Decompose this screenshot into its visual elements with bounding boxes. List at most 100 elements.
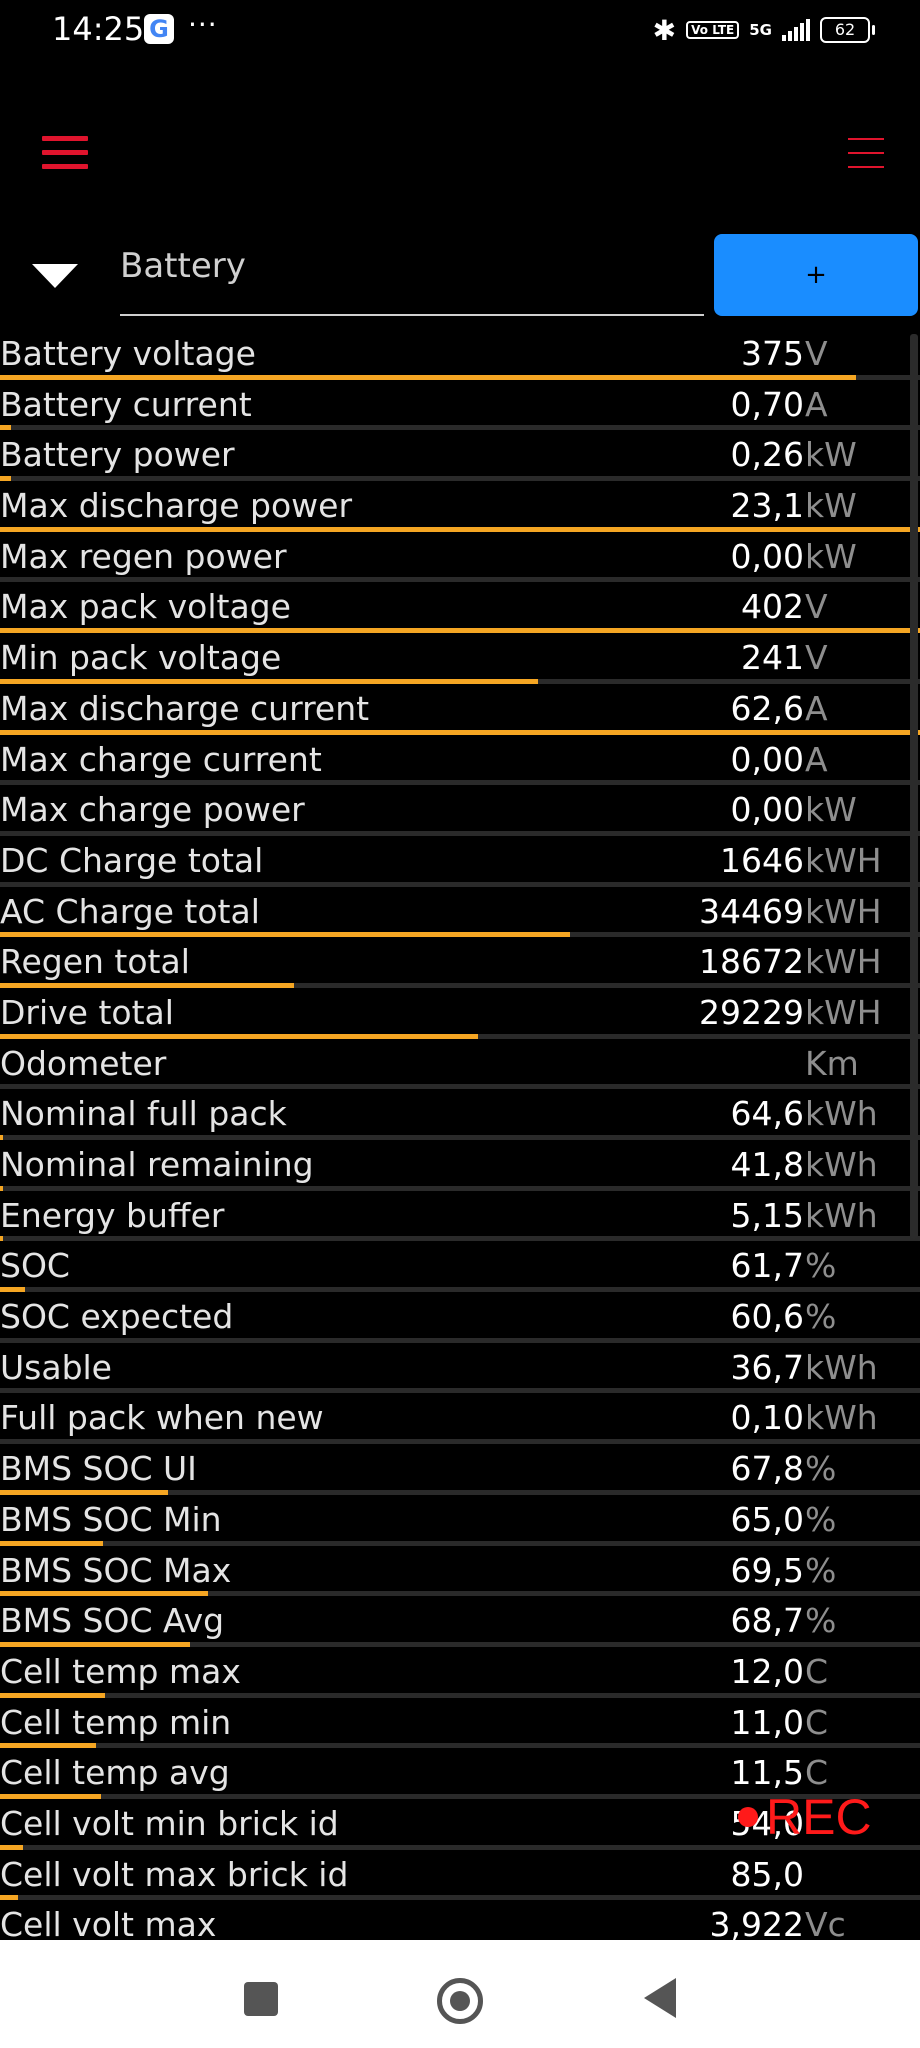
- list-item[interactable]: Usable 36,7 kWh: [0, 1347, 920, 1398]
- list-item-value: 34469: [699, 891, 804, 931]
- list-item[interactable]: Cell temp max 12,0 C: [0, 1651, 920, 1702]
- level-bar: [0, 1591, 208, 1597]
- list-item[interactable]: DC Charge total 1646 kWH: [0, 840, 920, 891]
- list-item[interactable]: Min pack voltage 241 V: [0, 637, 920, 688]
- level-bar: [0, 1236, 3, 1242]
- level-track: [0, 1641, 920, 1647]
- back-triangle-icon[interactable]: [644, 1978, 676, 2018]
- list-item[interactable]: Battery current 0,70 A: [0, 384, 920, 435]
- list-item-unit: %: [805, 1449, 837, 1489]
- list-item[interactable]: Max charge power 0,00 kW: [0, 789, 920, 840]
- list-item-unit: C: [805, 1651, 829, 1691]
- hamburger-menu-icon[interactable]: [42, 136, 88, 170]
- list-item-unit: kW: [805, 536, 857, 576]
- list-item-value: 5,15: [730, 1195, 804, 1235]
- list-item[interactable]: BMS SOC UI 67,8%: [0, 1448, 920, 1499]
- list-item-label: DC Charge total: [0, 840, 264, 880]
- level-track: [0, 1388, 920, 1394]
- list-item-label: SOC: [0, 1246, 70, 1286]
- list-item[interactable]: SOC 61,7%: [0, 1245, 920, 1296]
- list-item[interactable]: SOC expected 60,6%: [0, 1296, 920, 1347]
- level-bar: [0, 1692, 105, 1698]
- list-item[interactable]: Full pack when new 0,10 kWh: [0, 1397, 920, 1448]
- level-track: [0, 1540, 920, 1546]
- add-button[interactable]: +: [714, 234, 918, 316]
- list-item[interactable]: AC Charge total 34469 kWH: [0, 891, 920, 942]
- navigation-bar: [0, 1940, 920, 2048]
- list-item-unit: A: [805, 688, 828, 728]
- level-bar: [0, 628, 920, 634]
- level-bar: [0, 1185, 3, 1191]
- list-item-unit: V: [805, 334, 828, 373]
- list-item-label: Max regen power: [0, 536, 287, 576]
- record-dot-icon: [738, 1807, 758, 1827]
- list-item-unit: %: [805, 1601, 837, 1641]
- list-item-label: Regen total: [0, 942, 190, 982]
- list-item[interactable]: Max discharge power 23,1 kW: [0, 485, 920, 536]
- list-item[interactable]: Max charge current 0,00 A: [0, 739, 920, 790]
- list-item[interactable]: BMS SOC Avg 68,7%: [0, 1600, 920, 1651]
- chevron-down-icon[interactable]: [32, 264, 78, 288]
- recents-square-icon[interactable]: [244, 1982, 278, 2016]
- battery-value-list[interactable]: Battery voltage 375 V Battery current 0,70 A B…: [0, 333, 920, 1955]
- level-track: [0, 1084, 920, 1090]
- list-item-unit: kWh: [805, 1195, 878, 1235]
- list-item[interactable]: Cell temp min 11,0 C: [0, 1702, 920, 1753]
- list-item-unit: %: [805, 1550, 837, 1590]
- list-item[interactable]: Drive total 29229 kWH: [0, 992, 920, 1043]
- list-scrollbar[interactable]: [910, 334, 918, 1239]
- recording-indicator[interactable]: REC: [690, 1784, 910, 1850]
- list-item-label: Cell temp avg: [0, 1753, 230, 1793]
- level-track: [0, 830, 920, 836]
- level-track: [0, 982, 920, 988]
- list-item-unit: Vc: [805, 1905, 846, 1945]
- list-item-label: Battery voltage: [0, 334, 256, 373]
- overflow-menu-icon[interactable]: [848, 138, 884, 170]
- list-item-value: 60,6: [730, 1297, 804, 1337]
- level-bar: [0, 729, 920, 735]
- list-item-label: Max discharge current: [0, 688, 370, 728]
- list-item[interactable]: BMS SOC Min 65,0%: [0, 1499, 920, 1550]
- list-item-value: 18672: [699, 942, 804, 982]
- list-item[interactable]: Regen total 18672 kWH: [0, 941, 920, 992]
- level-track: [0, 780, 920, 786]
- list-item-value: 62,6: [730, 688, 804, 728]
- list-item-label: Max charge power: [0, 790, 305, 830]
- category-select[interactable]: Battery: [120, 236, 704, 316]
- list-item[interactable]: Cell volt max brick id 85,0: [0, 1854, 920, 1905]
- list-item-label: Max discharge power: [0, 486, 353, 526]
- level-track: [0, 526, 920, 532]
- list-item[interactable]: Energy buffer 5,15 kWh: [0, 1195, 920, 1246]
- list-item[interactable]: Max pack voltage 402 V: [0, 586, 920, 637]
- list-item-unit: kWH: [805, 992, 882, 1032]
- list-item[interactable]: Max discharge current 62,6 A: [0, 688, 920, 739]
- list-item-label: Cell volt max: [0, 1905, 217, 1945]
- list-item[interactable]: Battery voltage 375 V: [0, 333, 920, 384]
- list-item[interactable]: Nominal remaining 41,8 kWh: [0, 1144, 920, 1195]
- level-track: [0, 678, 920, 684]
- list-item-label: SOC expected: [0, 1297, 234, 1337]
- level-track: [0, 1287, 920, 1293]
- list-item-label: Cell volt max brick id: [0, 1854, 349, 1894]
- level-track: [0, 1337, 920, 1343]
- list-item-unit: Km: [805, 1043, 859, 1083]
- list-item-value: 3,922: [709, 1905, 804, 1945]
- list-item-value: 375: [741, 334, 804, 373]
- level-track: [0, 1236, 920, 1242]
- home-circle-icon[interactable]: [437, 1978, 483, 2024]
- list-item-label: BMS SOC Max: [0, 1550, 232, 1590]
- list-item[interactable]: Odometer Km: [0, 1043, 920, 1094]
- list-item[interactable]: Battery power 0,26 kW: [0, 434, 920, 485]
- level-track: [0, 1895, 920, 1901]
- list-item[interactable]: Max regen power 0,00 kW: [0, 536, 920, 587]
- level-bar: [0, 1135, 3, 1140]
- level-track: [0, 1743, 920, 1749]
- signal-icon: [782, 19, 810, 41]
- list-item-unit: A: [805, 739, 828, 779]
- list-item-value: 0,10: [730, 1398, 804, 1438]
- level-bar: [0, 476, 12, 482]
- list-item[interactable]: Nominal full pack 64,6 kWh: [0, 1093, 920, 1144]
- list-item[interactable]: BMS SOC Max 69,5%: [0, 1550, 920, 1601]
- list-item-unit: kW: [805, 790, 857, 830]
- list-item-label: Full pack when new: [0, 1398, 324, 1438]
